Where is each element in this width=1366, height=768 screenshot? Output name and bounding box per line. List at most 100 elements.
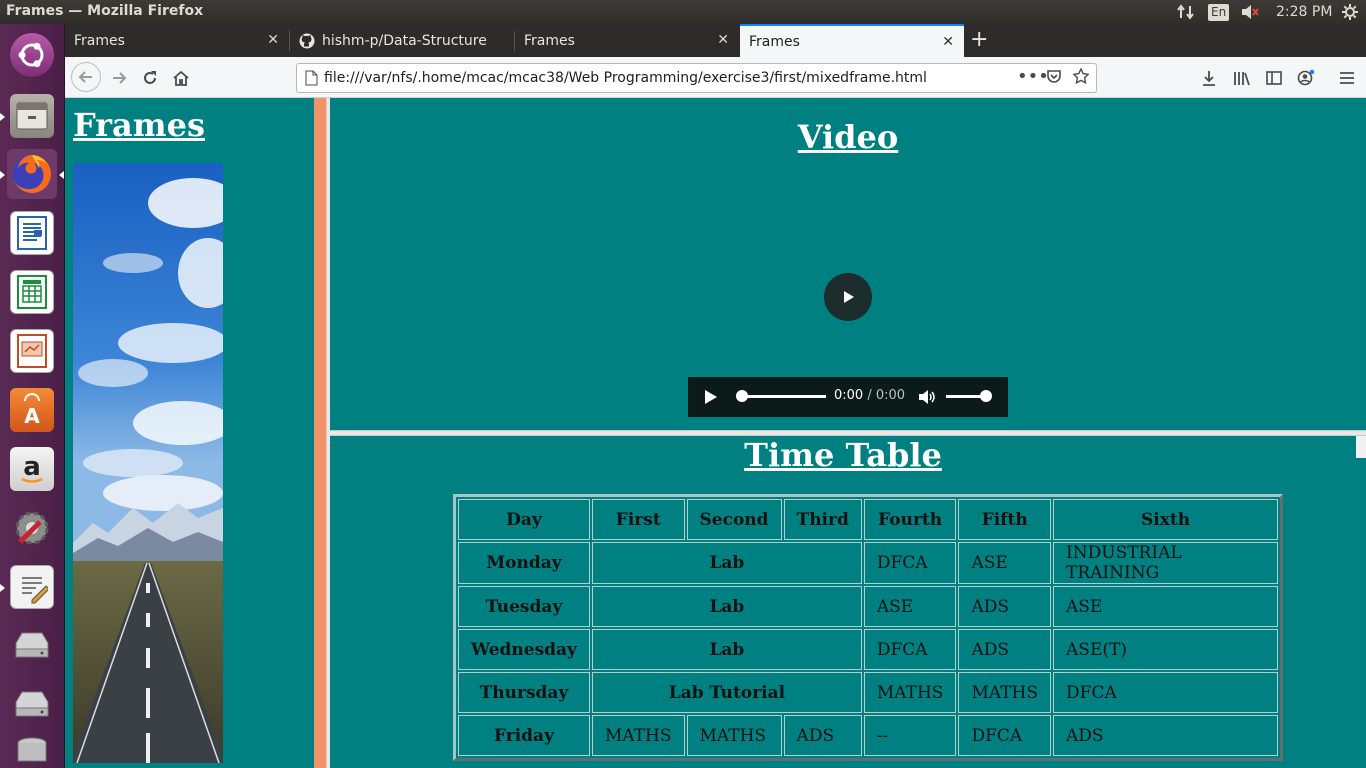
tab-bar: Frames ✕ hishm-p/Data-Structures Frames … bbox=[65, 24, 1366, 57]
table-cell: DFCA bbox=[863, 542, 957, 584]
system-settings-icon[interactable] bbox=[7, 503, 57, 553]
header-cell: Second bbox=[686, 499, 782, 540]
header-cell: Third bbox=[783, 499, 862, 540]
timetable-table: Day First Second Third Fourth Fifth Sixt… bbox=[453, 494, 1284, 761]
header-cell: Day bbox=[458, 499, 590, 540]
table-cell: MATHS bbox=[591, 715, 685, 756]
table-row: Tuesday Lab ASE ADS ASE bbox=[458, 586, 1279, 627]
header-cell: First bbox=[591, 499, 685, 540]
libreoffice-writer-icon[interactable] bbox=[7, 208, 57, 258]
table-cell: -- bbox=[863, 715, 957, 756]
table-row: Thursday Lab Tutorial MATHS MATHS DFCA bbox=[458, 672, 1279, 713]
sidebar-icon[interactable] bbox=[1260, 64, 1288, 92]
table-row: Monday Lab DFCA ASE INDUSTRIAL TRAINING bbox=[458, 542, 1279, 584]
lab-cell: Lab bbox=[591, 629, 862, 670]
new-tab-button[interactable]: + bbox=[970, 28, 988, 52]
forward-button[interactable] bbox=[105, 64, 133, 92]
table-cell: ASE bbox=[1053, 586, 1279, 627]
downloads-icon[interactable] bbox=[1195, 64, 1223, 92]
github-icon bbox=[299, 33, 315, 49]
left-frame: Frames bbox=[65, 98, 314, 768]
scrollbar-thumb[interactable] bbox=[1356, 436, 1366, 458]
timetable-heading-link[interactable]: Time Table bbox=[330, 436, 1356, 474]
bookmark-star-icon[interactable] bbox=[1072, 67, 1090, 88]
day-cell: Friday bbox=[458, 715, 590, 756]
table-cell: ADS bbox=[958, 629, 1052, 670]
text-editor-icon[interactable] bbox=[7, 562, 57, 612]
tab-frames-active[interactable]: Frames ✕ bbox=[740, 24, 964, 57]
svg-text:a: a bbox=[23, 453, 41, 482]
navigation-toolbar: file:///var/nfs/.home/mcac/mcac38/Web Pr… bbox=[65, 57, 1366, 98]
lab-cell: Lab bbox=[591, 586, 862, 627]
table-cell: ASE bbox=[958, 542, 1052, 584]
day-cell: Thursday bbox=[458, 672, 590, 713]
url-text[interactable]: file:///var/nfs/.home/mcac/mcac38/Web Pr… bbox=[324, 70, 927, 86]
gear-icon[interactable] bbox=[1341, 2, 1359, 22]
volume-muted-icon[interactable] bbox=[1240, 2, 1260, 22]
table-cell: ADS bbox=[958, 586, 1052, 627]
ubuntu-dash-icon[interactable] bbox=[7, 30, 57, 80]
header-cell: Sixth bbox=[1053, 499, 1279, 540]
audio-player: 0:00 / 0:00 bbox=[688, 377, 1008, 417]
table-row: Wednesday Lab DFCA ADS ASE(T) bbox=[458, 629, 1279, 670]
video-heading-link[interactable]: Video bbox=[330, 118, 1366, 156]
day-cell: Wednesday bbox=[458, 629, 590, 670]
tab-frames-2[interactable]: Frames ✕ bbox=[515, 24, 739, 57]
table-cell: MATHS bbox=[863, 672, 957, 713]
clock[interactable]: 2:28 PM bbox=[1276, 2, 1332, 22]
header-cell: Fourth bbox=[863, 499, 957, 540]
system-top-bar: Frames — Mozilla Firefox En 2:28 PM bbox=[0, 0, 1366, 24]
menu-hamburger-icon[interactable] bbox=[1333, 64, 1361, 92]
tab-frames-1[interactable]: Frames ✕ bbox=[65, 24, 289, 57]
table-cell: ADS bbox=[783, 715, 862, 756]
pocket-icon[interactable] bbox=[1046, 68, 1062, 88]
day-cell: Tuesday bbox=[458, 586, 590, 627]
video-play-button[interactable] bbox=[824, 273, 872, 321]
close-tab-icon[interactable]: ✕ bbox=[717, 32, 729, 48]
trash-icon[interactable] bbox=[7, 732, 57, 768]
close-tab-icon[interactable]: ✕ bbox=[267, 32, 279, 48]
firefox-icon[interactable] bbox=[7, 149, 57, 199]
table-header-row: Day First Second Third Fourth Fifth Sixt… bbox=[458, 499, 1279, 540]
window-title: Frames — Mozilla Firefox bbox=[6, 3, 204, 19]
library-icon[interactable] bbox=[1228, 64, 1256, 92]
video-frame: Video 0:00 / 0:00 bbox=[330, 98, 1366, 430]
libreoffice-calc-icon[interactable] bbox=[7, 267, 57, 317]
header-cell: Fifth bbox=[958, 499, 1052, 540]
tab-github[interactable]: hishm-p/Data-Structures bbox=[290, 24, 514, 57]
files-icon[interactable] bbox=[7, 91, 57, 141]
libreoffice-impress-icon[interactable] bbox=[7, 326, 57, 376]
road-landscape-image bbox=[73, 163, 223, 763]
audio-progress-track[interactable] bbox=[738, 395, 826, 398]
account-icon[interactable] bbox=[1292, 64, 1320, 92]
day-cell: Monday bbox=[458, 542, 590, 584]
volume-slider-thumb[interactable] bbox=[980, 390, 992, 402]
table-cell: DFCA bbox=[958, 715, 1052, 756]
launcher: A a bbox=[0, 24, 65, 768]
url-bar[interactable]: file:///var/nfs/.home/mcac/mcac38/Web Pr… bbox=[296, 63, 1097, 93]
page-content: Frames Video 0:00 / 0:00 Time Table Day … bbox=[65, 98, 1366, 768]
frame-border-vertical[interactable] bbox=[314, 98, 326, 768]
amazon-icon[interactable]: a bbox=[7, 444, 57, 494]
software-center-icon[interactable]: A bbox=[7, 385, 57, 435]
close-tab-icon[interactable]: ✕ bbox=[942, 34, 954, 50]
network-icon[interactable] bbox=[1176, 2, 1196, 22]
scrollbar[interactable] bbox=[1356, 436, 1366, 768]
keyboard-language-indicator[interactable]: En bbox=[1208, 2, 1230, 22]
volume-icon[interactable] bbox=[918, 389, 936, 409]
page-actions-icon[interactable]: ••• bbox=[1017, 66, 1049, 87]
audio-time: 0:00 / 0:00 bbox=[834, 388, 906, 403]
table-cell: INDUSTRIAL TRAINING bbox=[1053, 542, 1279, 584]
table-cell: DFCA bbox=[1053, 672, 1279, 713]
reload-button[interactable] bbox=[136, 64, 164, 92]
table-cell: DFCA bbox=[863, 629, 957, 670]
audio-progress-thumb[interactable] bbox=[736, 390, 748, 402]
drive-icon-2[interactable] bbox=[7, 680, 57, 730]
back-button[interactable] bbox=[71, 62, 101, 92]
audio-play-button[interactable] bbox=[704, 389, 718, 409]
lab-cell: Lab Tutorial bbox=[591, 672, 862, 713]
home-button[interactable] bbox=[167, 64, 195, 92]
drive-icon[interactable] bbox=[7, 621, 57, 671]
lab-cell: Lab bbox=[591, 542, 862, 584]
frames-heading-link[interactable]: Frames bbox=[73, 106, 205, 144]
